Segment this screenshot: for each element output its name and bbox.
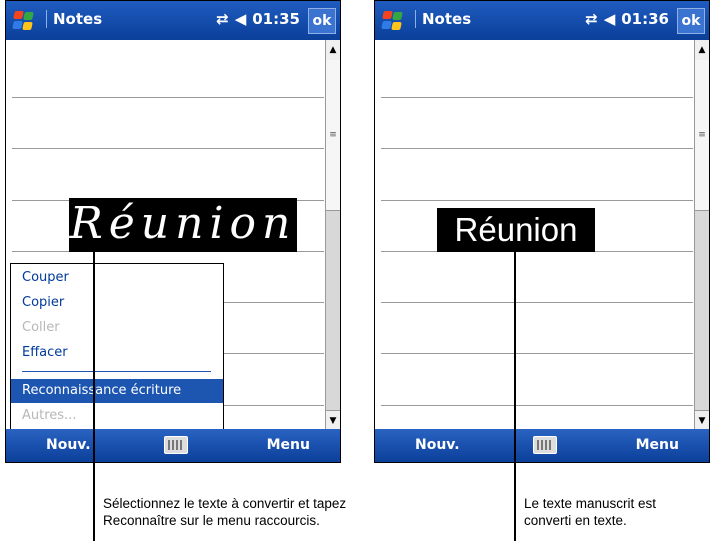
ok-button[interactable]: ok xyxy=(677,8,705,34)
volume-icon[interactable]: ◀︎ xyxy=(235,10,247,28)
ruled-line xyxy=(381,405,693,406)
status-area[interactable]: ⇄ ◀︎ 01:35 xyxy=(216,10,300,28)
start-menu-icon[interactable] xyxy=(12,11,36,33)
scroll-thumb[interactable]: ≡ xyxy=(326,60,340,211)
scroll-thumb[interactable]: ≡ xyxy=(695,60,709,211)
left-callout-line xyxy=(93,249,95,541)
ruled-line xyxy=(12,97,324,98)
title-bar: Notes ⇄ ◀︎ 01:35 ok xyxy=(6,1,340,40)
menu-item-autres: Autres... xyxy=(22,408,77,423)
new-button[interactable]: Nouv. xyxy=(46,437,91,453)
left-caption: Sélectionnez le texte à convertir et tap… xyxy=(103,495,346,529)
right-caption-line2: converti en texte. xyxy=(524,513,627,528)
left-caption-line2: Reconnaître sur le menu raccourcis. xyxy=(103,513,320,528)
right-device-screen: Notes ⇄ ◀︎ 01:36 ok Réunion ▲ ≡ ▼ Nouv. … xyxy=(374,0,710,463)
keyboard-icon[interactable] xyxy=(164,436,188,454)
ok-button[interactable]: ok xyxy=(308,8,336,34)
converted-text-word[interactable]: Réunion xyxy=(437,208,595,252)
start-menu-icon[interactable] xyxy=(381,11,405,33)
command-bar: Nouv. Menu xyxy=(375,429,709,462)
vertical-scrollbar[interactable]: ▲ ≡ ▼ xyxy=(325,40,340,431)
selected-handwritten-word[interactable]: Réunion xyxy=(69,198,297,252)
left-device-screen: Notes ⇄ ◀︎ 01:35 ok Réunion ▲ ≡ ▼ Couper… xyxy=(5,0,341,463)
menu-button[interactable]: Menu xyxy=(636,437,679,453)
context-menu: Couper Copier Coller Effacer Reconnaissa… xyxy=(10,263,224,431)
ruled-line xyxy=(381,200,693,201)
status-area[interactable]: ⇄ ◀︎ 01:36 xyxy=(585,10,669,28)
command-bar: Nouv. Menu xyxy=(6,429,340,462)
scroll-down-arrow[interactable]: ▼ xyxy=(695,410,709,431)
scroll-down-arrow[interactable]: ▼ xyxy=(326,410,340,431)
connectivity-icon[interactable]: ⇄ xyxy=(216,10,229,28)
clock[interactable]: 01:36 xyxy=(621,10,669,28)
menu-item-copier[interactable]: Copier xyxy=(11,291,223,315)
scroll-up-arrow[interactable]: ▲ xyxy=(695,40,709,61)
right-callout-line xyxy=(514,250,516,541)
menu-button[interactable]: Menu xyxy=(267,437,310,453)
ruled-line xyxy=(381,353,693,354)
ruled-line xyxy=(381,97,693,98)
keyboard-icon[interactable] xyxy=(533,436,557,454)
menu-item-coller: Coller xyxy=(22,320,60,335)
menu-item-effacer[interactable]: Effacer xyxy=(11,341,223,365)
ruled-line xyxy=(12,148,324,149)
left-caption-line1: Sélectionnez le texte à convertir et tap… xyxy=(103,496,347,511)
ruled-line xyxy=(381,148,693,149)
volume-icon[interactable]: ◀︎ xyxy=(604,10,616,28)
clock[interactable]: 01:35 xyxy=(252,10,300,28)
app-title: Notes xyxy=(415,10,471,28)
menu-separator xyxy=(22,371,211,372)
title-bar: Notes ⇄ ◀︎ 01:36 ok xyxy=(375,1,709,40)
menu-item-reconnaissance[interactable]: Reconnaissance écriture xyxy=(11,379,223,403)
app-title: Notes xyxy=(46,10,102,28)
menu-item-couper[interactable]: Couper xyxy=(11,266,223,290)
right-caption: Le texte manuscrit est converti en texte… xyxy=(524,495,656,529)
scroll-up-arrow[interactable]: ▲ xyxy=(326,40,340,61)
right-caption-line1: Le texte manuscrit est xyxy=(524,496,657,511)
new-button[interactable]: Nouv. xyxy=(415,437,460,453)
vertical-scrollbar[interactable]: ▲ ≡ ▼ xyxy=(694,40,709,431)
ruled-line xyxy=(381,302,693,303)
connectivity-icon[interactable]: ⇄ xyxy=(585,10,598,28)
